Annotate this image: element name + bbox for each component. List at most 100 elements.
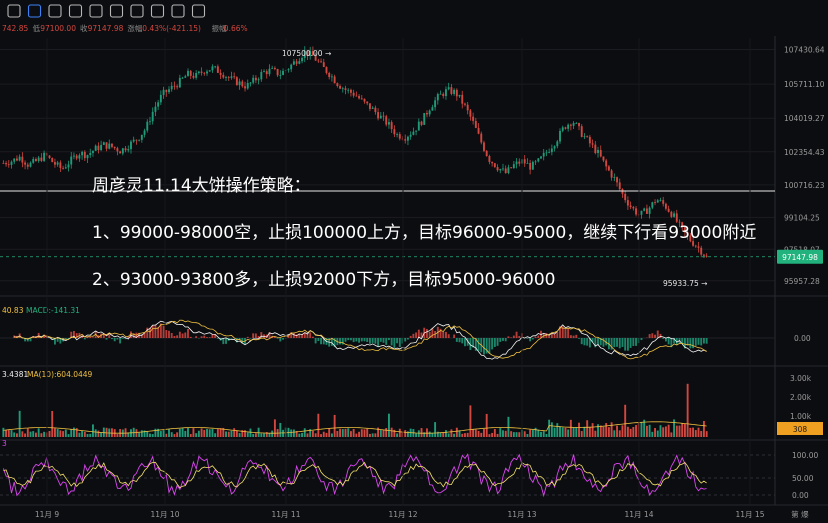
candle-body [474,120,477,128]
candle-body [434,100,437,108]
volume-tick-0: 3.00k [790,374,812,383]
macd-histogram-bar [504,338,507,342]
candle-body [404,139,407,141]
pencil-icon[interactable] [48,4,62,18]
ruler-icon[interactable] [89,4,103,18]
volume-bar [233,428,236,437]
macd-histogram-bar [396,338,399,344]
eye-icon[interactable] [130,4,144,18]
candle-body [553,146,556,149]
candle-body [279,74,282,76]
ohlc-item-2: 97100.00 [40,24,76,33]
candle-body [385,116,388,125]
volume-bar [681,422,684,437]
candle-body [610,170,613,178]
volume-bar [81,430,84,437]
macd-histogram-bar [667,338,670,345]
candle-body [292,61,295,65]
candle-body [645,208,648,214]
candle-body [241,81,244,87]
volume-bar [146,431,149,437]
candle-body [15,158,18,161]
trash-icon[interactable] [191,4,206,18]
brush-icon[interactable] [68,4,83,18]
macd-histogram-bar [320,338,323,345]
volume-bar [92,424,94,437]
volume-bar [420,428,423,437]
filter-icon[interactable] [171,4,185,18]
volume-bar [43,431,46,437]
volume-bar [317,413,320,437]
candle-body [290,64,293,70]
volume-bar [480,432,483,437]
volume-bar [537,429,540,437]
volume-bar [97,430,100,437]
macd-histogram-bar [648,334,651,338]
candle-body [694,245,697,247]
volume-bar [149,433,151,437]
candle-body [263,71,265,72]
macd-histogram-bar [502,338,504,341]
candle-body [265,71,268,75]
volume-tick-2: 1.00k [790,412,812,421]
candle-body [464,103,466,105]
candle-body [89,152,92,156]
candle-body [466,104,469,111]
volume-bar [586,420,589,437]
macd-histogram-bar [597,338,599,346]
volume-bar [62,431,65,437]
volume-bar [689,427,692,437]
volume-bar [569,419,572,437]
volume-bar [659,425,662,437]
volume-bar [263,433,265,437]
macd-histogram-bar [550,333,553,338]
candle-body [138,139,141,141]
candle-body [629,205,632,208]
candle-body [273,67,276,70]
volume-bar [453,433,456,437]
candle-body [78,155,81,159]
volume-bar [499,428,502,437]
volume-bar [602,426,605,437]
volume-bar [320,434,323,437]
volume-bar [328,427,331,437]
volume-bar [605,423,608,437]
layout-icon[interactable] [27,4,42,18]
volume-bar [21,431,24,437]
trading-chart[interactable]: 742.85 低 97100.00 收 97147.98 涨幅-0.43%(-421.15… [0,0,828,523]
volume-bar [656,430,659,437]
candle-body [453,89,456,94]
macd-histogram-bar [575,334,578,338]
macd-histogram-bar [692,338,695,349]
candle-body [97,145,100,151]
macd-histogram-bar [621,338,624,347]
macd-histogram-bar [252,333,255,338]
macd-histogram-bar [390,338,393,346]
macd-histogram-bar [578,338,580,339]
macd-histogram-bar [246,336,249,338]
volume-bar [271,430,274,437]
volume-bar [629,428,632,437]
candle-body [64,167,67,169]
candle-body [92,150,94,153]
macd-histogram-bar [537,335,540,338]
candle-body [2,162,5,164]
volume-bar [64,429,67,437]
volume-bar [540,431,542,437]
macd-histogram-bar [387,338,390,341]
volume-bar [591,423,594,437]
volume-bar [67,434,70,437]
volume-bar [575,427,578,437]
pen-icon[interactable] [7,4,21,18]
macd-histogram-bar [355,338,358,342]
macd-histogram-bar [379,338,382,342]
candle-body [225,77,227,78]
candle-body [189,70,192,76]
volume-bar [344,428,347,437]
volume-bar [5,429,8,437]
candle-body [252,77,255,83]
magnet-icon[interactable] [150,4,165,18]
macd-histogram-bar [534,336,537,338]
candle-body [149,121,151,123]
lock-icon[interactable] [109,4,124,18]
